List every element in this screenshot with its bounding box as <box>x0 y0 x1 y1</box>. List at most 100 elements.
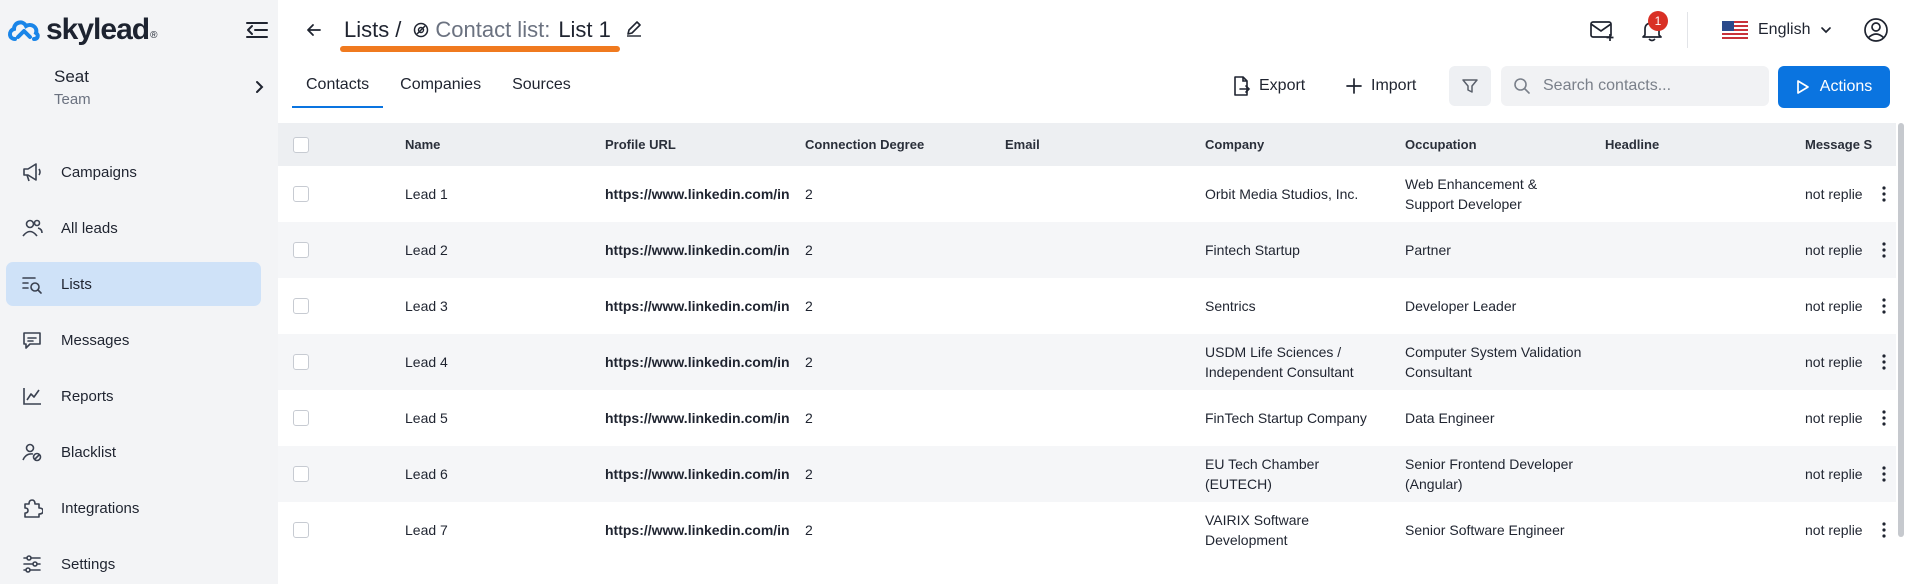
profile-url-link[interactable]: https://www.linkedin.com/in <box>605 446 790 502</box>
back-button[interactable] <box>302 18 326 42</box>
select-all-checkbox[interactable] <box>293 136 309 153</box>
actions-button[interactable]: Actions <box>1778 66 1890 108</box>
row-menu-button[interactable] <box>1876 446 1892 502</box>
row-checkbox[interactable] <box>293 354 309 370</box>
megaphone-icon <box>20 160 44 184</box>
sidebar-item-all-leads[interactable]: All leads <box>6 206 261 250</box>
kebab-menu-icon <box>1882 298 1886 314</box>
inbox-button[interactable] <box>1588 16 1616 44</box>
company-name: USDM Life Sciences / Independent Consult… <box>1205 344 1354 380</box>
seat-selector[interactable]: Seat Team <box>54 67 269 115</box>
column-header-headline[interactable]: Headline <box>1605 123 1659 166</box>
occupation: Data Engineer <box>1405 410 1495 426</box>
sidebar-item-label: Blacklist <box>61 443 117 461</box>
lead-name[interactable]: Lead 1 <box>405 166 448 222</box>
user-circle-icon <box>1864 18 1888 42</box>
row-checkbox[interactable] <box>293 186 309 202</box>
column-header-connection-degree[interactable]: Connection Degree <box>805 123 924 166</box>
table-row[interactable]: Lead 3 https://www.linkedin.com/in 2 Sen… <box>278 278 1896 334</box>
sidebar-item-label: All leads <box>61 219 118 237</box>
language-selector[interactable]: English <box>1722 18 1832 42</box>
row-menu-button[interactable] <box>1876 278 1892 334</box>
filter-button[interactable] <box>1449 66 1491 106</box>
sidebar-item-campaigns[interactable]: Campaigns <box>6 150 261 194</box>
chevron-down-icon <box>1821 27 1832 34</box>
sidebar-item-label: Settings <box>61 555 116 573</box>
sidebar-item-lists[interactable]: Lists <box>6 262 261 306</box>
title-highlight-underline <box>340 46 620 52</box>
row-menu-button[interactable] <box>1876 222 1892 278</box>
column-header-message-status[interactable]: Message S <box>1805 123 1895 166</box>
sidebar-item-blacklist[interactable]: Blacklist <box>6 430 261 474</box>
lead-name[interactable]: Lead 7 <box>405 502 448 558</box>
profile-url-link[interactable]: https://www.linkedin.com/in <box>605 278 790 334</box>
users-icon <box>20 216 44 240</box>
edit-list-name-button[interactable] <box>624 18 646 40</box>
profile-url-link[interactable]: https://www.linkedin.com/in <box>605 166 790 222</box>
message-status: not replie <box>1805 354 1863 370</box>
contacts-table: Name Profile URL Connection Degree Email… <box>278 123 1896 558</box>
column-header-company[interactable]: Company <box>1205 123 1264 166</box>
table-row[interactable]: Lead 2 https://www.linkedin.com/in 2 Fin… <box>278 222 1896 278</box>
sidebar-item-reports[interactable]: Reports <box>6 374 261 418</box>
import-button[interactable]: Import <box>1345 70 1416 102</box>
sidebar-item-integrations[interactable]: Integrations <box>6 486 261 530</box>
column-header-name[interactable]: Name <box>405 123 440 166</box>
export-button[interactable]: Export <box>1231 70 1305 102</box>
row-menu-button[interactable] <box>1876 502 1892 558</box>
breadcrumb-lists-link[interactable]: Lists <box>344 17 389 43</box>
page-header: Lists / Contact list: List 1 1 English <box>278 0 1908 60</box>
column-header-email[interactable]: Email <box>1005 123 1040 166</box>
row-checkbox[interactable] <box>293 298 309 314</box>
sidebar-item-label: Lists <box>61 275 92 293</box>
profile-url-link[interactable]: https://www.linkedin.com/in <box>605 502 790 558</box>
connection-degree: 2 <box>805 522 813 538</box>
notification-count-badge: 1 <box>1648 11 1668 31</box>
row-checkbox[interactable] <box>293 466 309 482</box>
user-profile-button[interactable] <box>1862 16 1890 44</box>
search-contacts <box>1501 66 1769 106</box>
row-menu-button[interactable] <box>1876 334 1892 390</box>
row-menu-button[interactable] <box>1876 390 1892 446</box>
row-checkbox[interactable] <box>293 522 309 538</box>
tab-contacts[interactable]: Contacts <box>292 66 384 108</box>
kebab-menu-icon <box>1882 522 1886 538</box>
occupation: Senior Frontend Developer (Angular) <box>1405 456 1574 492</box>
profile-url-link[interactable]: https://www.linkedin.com/in <box>605 390 790 446</box>
message-status: not replie <box>1805 522 1863 538</box>
column-header-occupation[interactable]: Occupation <box>1405 123 1477 166</box>
skylead-logo[interactable]: skylead ® <box>6 12 157 48</box>
row-checkbox[interactable] <box>293 410 309 426</box>
table-row[interactable]: Lead 5 https://www.linkedin.com/in 2 Fin… <box>278 390 1896 446</box>
sidebar-item-messages[interactable]: Messages <box>6 318 261 362</box>
connection-degree: 2 <box>805 354 813 370</box>
company-name: Sentrics <box>1205 298 1256 314</box>
table-scrollbar[interactable] <box>1898 123 1904 537</box>
row-menu-button[interactable] <box>1876 166 1892 222</box>
lead-name[interactable]: Lead 5 <box>405 390 448 446</box>
kebab-menu-icon <box>1882 354 1886 370</box>
tab-companies[interactable]: Companies <box>386 66 495 108</box>
collapse-sidebar-button[interactable] <box>244 18 270 42</box>
column-header-profile-url[interactable]: Profile URL <box>605 123 676 166</box>
sidebar-item-settings[interactable]: Settings <box>6 542 261 584</box>
brand-name: skylead <box>46 13 150 46</box>
table-row[interactable]: Lead 7 https://www.linkedin.com/in 2 VAI… <box>278 502 1896 558</box>
table-row[interactable]: Lead 6 https://www.linkedin.com/in 2 EU … <box>278 446 1896 502</box>
tab-sources[interactable]: Sources <box>498 66 585 108</box>
search-input[interactable] <box>1543 77 1763 95</box>
lead-name[interactable]: Lead 4 <box>405 334 448 390</box>
row-checkbox[interactable] <box>293 242 309 258</box>
lead-name[interactable]: Lead 6 <box>405 446 448 502</box>
profile-url-link[interactable]: https://www.linkedin.com/in <box>605 334 790 390</box>
table-row[interactable]: Lead 4 https://www.linkedin.com/in 2 USD… <box>278 334 1896 390</box>
sidebar-item-label: Campaigns <box>61 163 137 181</box>
lead-name[interactable]: Lead 2 <box>405 222 448 278</box>
row-select-cell <box>293 390 309 446</box>
connection-degree: 2 <box>805 466 813 482</box>
filter-icon <box>1462 79 1478 93</box>
message-status: not replie <box>1805 186 1863 202</box>
profile-url-link[interactable]: https://www.linkedin.com/in <box>605 222 790 278</box>
lead-name[interactable]: Lead 3 <box>405 278 448 334</box>
table-row[interactable]: Lead 1 https://www.linkedin.com/in 2 Orb… <box>278 166 1896 222</box>
